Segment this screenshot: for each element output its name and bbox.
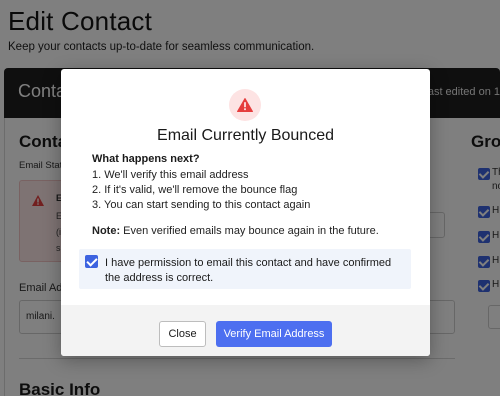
note-body: Even verified emails may bounce again in… [120, 225, 379, 237]
permission-row[interactable]: I have permission to email this contact … [79, 249, 411, 289]
bounce-modal: Email Currently Bounced What happens nex… [61, 69, 430, 356]
note-text: Note: Even verified emails may bounce ag… [92, 225, 379, 237]
step-item: 2. If it's valid, we'll remove the bounc… [92, 184, 298, 196]
modal-title: Email Currently Bounced [157, 127, 334, 144]
warning-triangle-icon [237, 98, 253, 112]
step-item: 3. You can start sending to this contact… [92, 199, 311, 211]
close-button[interactable]: Close [159, 321, 206, 347]
modal-footer: Close Verify Email Address [61, 305, 430, 356]
verify-email-button[interactable]: Verify Email Address [216, 321, 332, 347]
what-next-heading: What happens next? [92, 153, 200, 165]
permission-label: I have permission to email this contact … [105, 257, 392, 284]
warning-icon [229, 89, 261, 121]
steps-list: 1. We'll verify this email address 2. If… [92, 168, 310, 213]
permission-checkbox[interactable] [85, 255, 98, 268]
note-label: Note: [92, 225, 121, 237]
step-item: 1. We'll verify this email address [92, 169, 249, 181]
